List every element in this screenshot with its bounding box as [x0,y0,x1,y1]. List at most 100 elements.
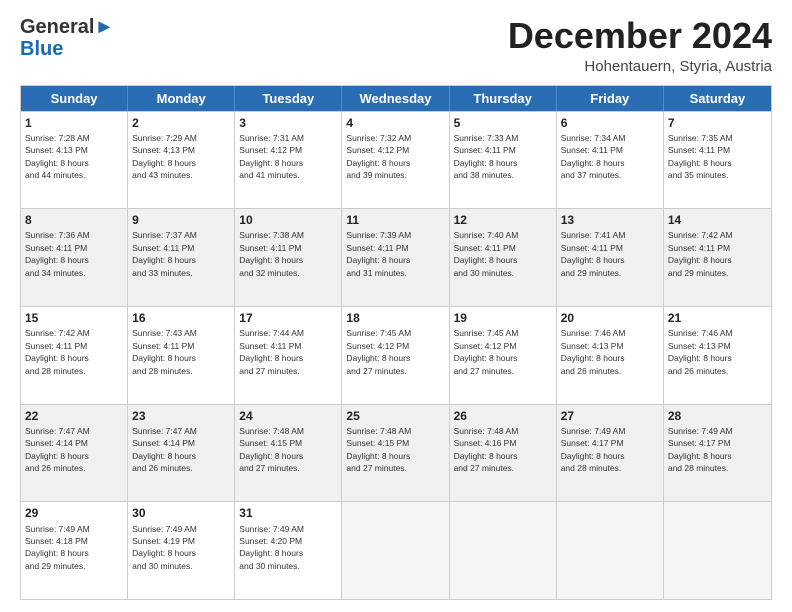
day-number: 9 [132,212,230,228]
calendar-week-row: 15 Sunrise: 7:42 AM Sunset: 4:11 PM Dayli… [21,306,771,404]
day-number: 15 [25,310,123,326]
calendar-header-row: SundayMondayTuesdayWednesdayThursdayFrid… [21,86,771,111]
day-details: Sunrise: 7:44 AM Sunset: 4:11 PM Dayligh… [239,328,304,375]
calendar-day-cell: 6 Sunrise: 7:34 AM Sunset: 4:11 PM Daylig… [557,112,664,209]
day-details: Sunrise: 7:49 AM Sunset: 4:18 PM Dayligh… [25,524,90,571]
day-details: Sunrise: 7:43 AM Sunset: 4:11 PM Dayligh… [132,328,197,375]
day-number: 8 [25,212,123,228]
day-number: 18 [346,310,444,326]
day-details: Sunrise: 7:42 AM Sunset: 4:11 PM Dayligh… [668,230,733,277]
day-number: 3 [239,115,337,131]
day-details: Sunrise: 7:35 AM Sunset: 4:11 PM Dayligh… [668,133,733,180]
day-number: 17 [239,310,337,326]
day-details: Sunrise: 7:34 AM Sunset: 4:11 PM Dayligh… [561,133,626,180]
day-number: 27 [561,408,659,424]
calendar-day-cell: 21 Sunrise: 7:46 AM Sunset: 4:13 PM Dayli… [664,307,771,404]
day-details: Sunrise: 7:49 AM Sunset: 4:20 PM Dayligh… [239,524,304,571]
calendar-day-header: Sunday [21,86,128,111]
calendar-day-cell: 5Sunrise: 7:33 AM Sunset: 4:11 PM Daylig… [450,112,557,209]
calendar-day-cell: 27 Sunrise: 7:49 AM Sunset: 4:17 PM Dayli… [557,405,664,502]
calendar-day-header: Saturday [664,86,771,111]
calendar-day-cell: 26 Sunrise: 7:48 AM Sunset: 4:16 PM Dayli… [450,405,557,502]
day-number: 11 [346,212,444,228]
day-details: Sunrise: 7:46 AM Sunset: 4:13 PM Dayligh… [668,328,733,375]
day-number: 4 [346,115,444,131]
empty-cell [664,502,771,599]
calendar-day-cell: 1 Sunrise: 7:28 AM Sunset: 4:13 PM Daylig… [21,112,128,209]
calendar-day-cell: 14 Sunrise: 7:42 AM Sunset: 4:11 PM Dayli… [664,209,771,306]
day-number: 31 [239,505,337,521]
day-details: Sunrise: 7:38 AM Sunset: 4:11 PM Dayligh… [239,230,304,277]
calendar-day-cell: 30Sunrise: 7:49 AM Sunset: 4:19 PM Dayli… [128,502,235,599]
calendar-day-cell: 8 Sunrise: 7:36 AM Sunset: 4:11 PM Daylig… [21,209,128,306]
day-details: Sunrise: 7:32 AM Sunset: 4:12 PM Dayligh… [346,133,411,180]
day-details: Sunrise: 7:49 AM Sunset: 4:17 PM Dayligh… [561,426,626,473]
logo-blue: Blue [20,38,114,60]
day-details: Sunrise: 7:48 AM Sunset: 4:15 PM Dayligh… [239,426,304,473]
day-number: 1 [25,115,123,131]
day-number: 19 [454,310,552,326]
calendar-day-cell: 24Sunrise: 7:48 AM Sunset: 4:15 PM Dayli… [235,405,342,502]
day-details: Sunrise: 7:40 AM Sunset: 4:11 PM Dayligh… [454,230,519,277]
calendar-day-cell: 15 Sunrise: 7:42 AM Sunset: 4:11 PM Dayli… [21,307,128,404]
day-details: Sunrise: 7:45 AM Sunset: 4:12 PM Dayligh… [454,328,519,375]
empty-cell [557,502,664,599]
day-number: 26 [454,408,552,424]
calendar-day-cell: 7 Sunrise: 7:35 AM Sunset: 4:11 PM Daylig… [664,112,771,209]
day-number: 12 [454,212,552,228]
calendar-day-cell: 23 Sunrise: 7:47 AM Sunset: 4:14 PM Dayli… [128,405,235,502]
calendar-day-cell: 29 Sunrise: 7:49 AM Sunset: 4:18 PM Dayli… [21,502,128,599]
calendar-day-cell: 18 Sunrise: 7:45 AM Sunset: 4:12 PM Dayli… [342,307,449,404]
calendar-day-cell: 25Sunrise: 7:48 AM Sunset: 4:15 PM Dayli… [342,405,449,502]
calendar-day-cell: 16 Sunrise: 7:43 AM Sunset: 4:11 PM Dayli… [128,307,235,404]
calendar-day-cell: 3 Sunrise: 7:31 AM Sunset: 4:12 PM Daylig… [235,112,342,209]
day-number: 29 [25,505,123,521]
day-number: 22 [25,408,123,424]
calendar-day-header: Thursday [450,86,557,111]
day-details: Sunrise: 7:29 AM Sunset: 4:13 PM Dayligh… [132,133,197,180]
day-details: Sunrise: 7:48 AM Sunset: 4:16 PM Dayligh… [454,426,519,473]
month-title: December 2024 [508,16,772,56]
calendar-day-cell: 31 Sunrise: 7:49 AM Sunset: 4:20 PM Dayli… [235,502,342,599]
day-details: Sunrise: 7:36 AM Sunset: 4:11 PM Dayligh… [25,230,90,277]
calendar-week-row: 8 Sunrise: 7:36 AM Sunset: 4:11 PM Daylig… [21,208,771,306]
title-area: December 2024 Hohentauern, Styria, Austr… [508,16,772,75]
day-number: 28 [668,408,767,424]
calendar-day-cell: 11 Sunrise: 7:39 AM Sunset: 4:11 PM Dayli… [342,209,449,306]
day-number: 6 [561,115,659,131]
day-number: 16 [132,310,230,326]
calendar-week-row: 1 Sunrise: 7:28 AM Sunset: 4:13 PM Daylig… [21,111,771,209]
day-details: Sunrise: 7:47 AM Sunset: 4:14 PM Dayligh… [25,426,90,473]
day-details: Sunrise: 7:45 AM Sunset: 4:12 PM Dayligh… [346,328,411,375]
calendar: SundayMondayTuesdayWednesdayThursdayFrid… [20,85,772,600]
day-details: Sunrise: 7:49 AM Sunset: 4:19 PM Dayligh… [132,524,197,571]
calendar-day-cell: 13Sunrise: 7:41 AM Sunset: 4:11 PM Dayli… [557,209,664,306]
day-number: 14 [668,212,767,228]
day-number: 7 [668,115,767,131]
day-details: Sunrise: 7:46 AM Sunset: 4:13 PM Dayligh… [561,328,626,375]
calendar-day-header: Wednesday [342,86,449,111]
day-number: 21 [668,310,767,326]
calendar-day-cell: 22 Sunrise: 7:47 AM Sunset: 4:14 PM Dayli… [21,405,128,502]
calendar-day-header: Friday [557,86,664,111]
empty-cell [450,502,557,599]
empty-cell [342,502,449,599]
calendar-day-cell: 28Sunrise: 7:49 AM Sunset: 4:17 PM Dayli… [664,405,771,502]
calendar-day-header: Tuesday [235,86,342,111]
calendar-day-cell: 19 Sunrise: 7:45 AM Sunset: 4:12 PM Dayli… [450,307,557,404]
day-details: Sunrise: 7:31 AM Sunset: 4:12 PM Dayligh… [239,133,304,180]
day-details: Sunrise: 7:28 AM Sunset: 4:13 PM Dayligh… [25,133,90,180]
day-details: Sunrise: 7:47 AM Sunset: 4:14 PM Dayligh… [132,426,197,473]
day-details: Sunrise: 7:37 AM Sunset: 4:11 PM Dayligh… [132,230,197,277]
day-number: 20 [561,310,659,326]
subtitle: Hohentauern, Styria, Austria [508,58,772,75]
calendar-day-cell: 17 Sunrise: 7:44 AM Sunset: 4:11 PM Dayli… [235,307,342,404]
day-number: 23 [132,408,230,424]
day-number: 5 [454,115,552,131]
calendar-body: 1 Sunrise: 7:28 AM Sunset: 4:13 PM Daylig… [21,111,771,599]
calendar-day-cell: 2Sunrise: 7:29 AM Sunset: 4:13 PM Daylig… [128,112,235,209]
day-details: Sunrise: 7:42 AM Sunset: 4:11 PM Dayligh… [25,328,90,375]
page: General► Blue December 2024 Hohentauern,… [0,0,792,612]
day-details: Sunrise: 7:39 AM Sunset: 4:11 PM Dayligh… [346,230,411,277]
calendar-week-row: 22 Sunrise: 7:47 AM Sunset: 4:14 PM Dayli… [21,404,771,502]
